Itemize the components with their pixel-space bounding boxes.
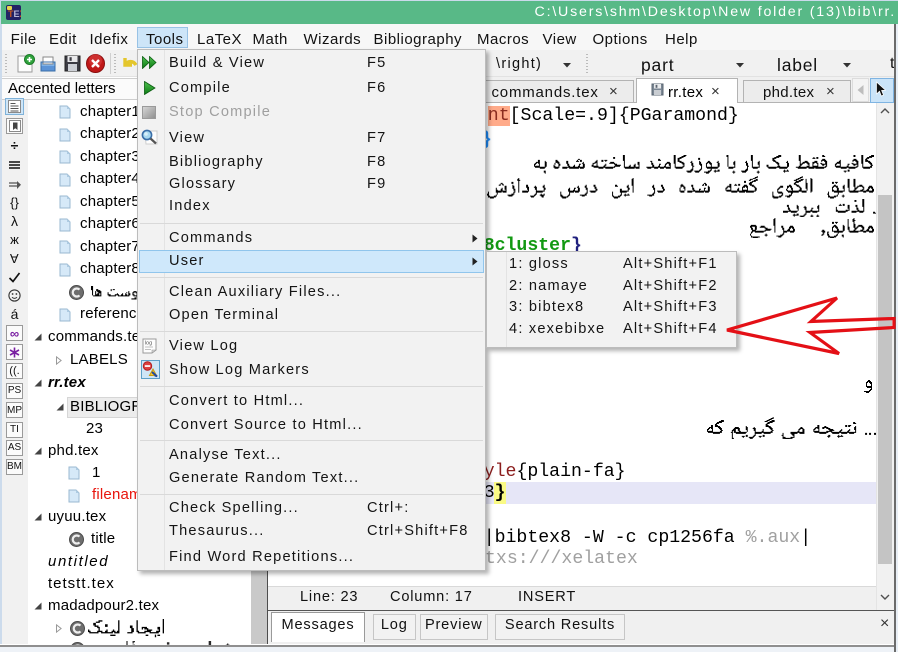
svg-text:log: log	[145, 341, 152, 347]
